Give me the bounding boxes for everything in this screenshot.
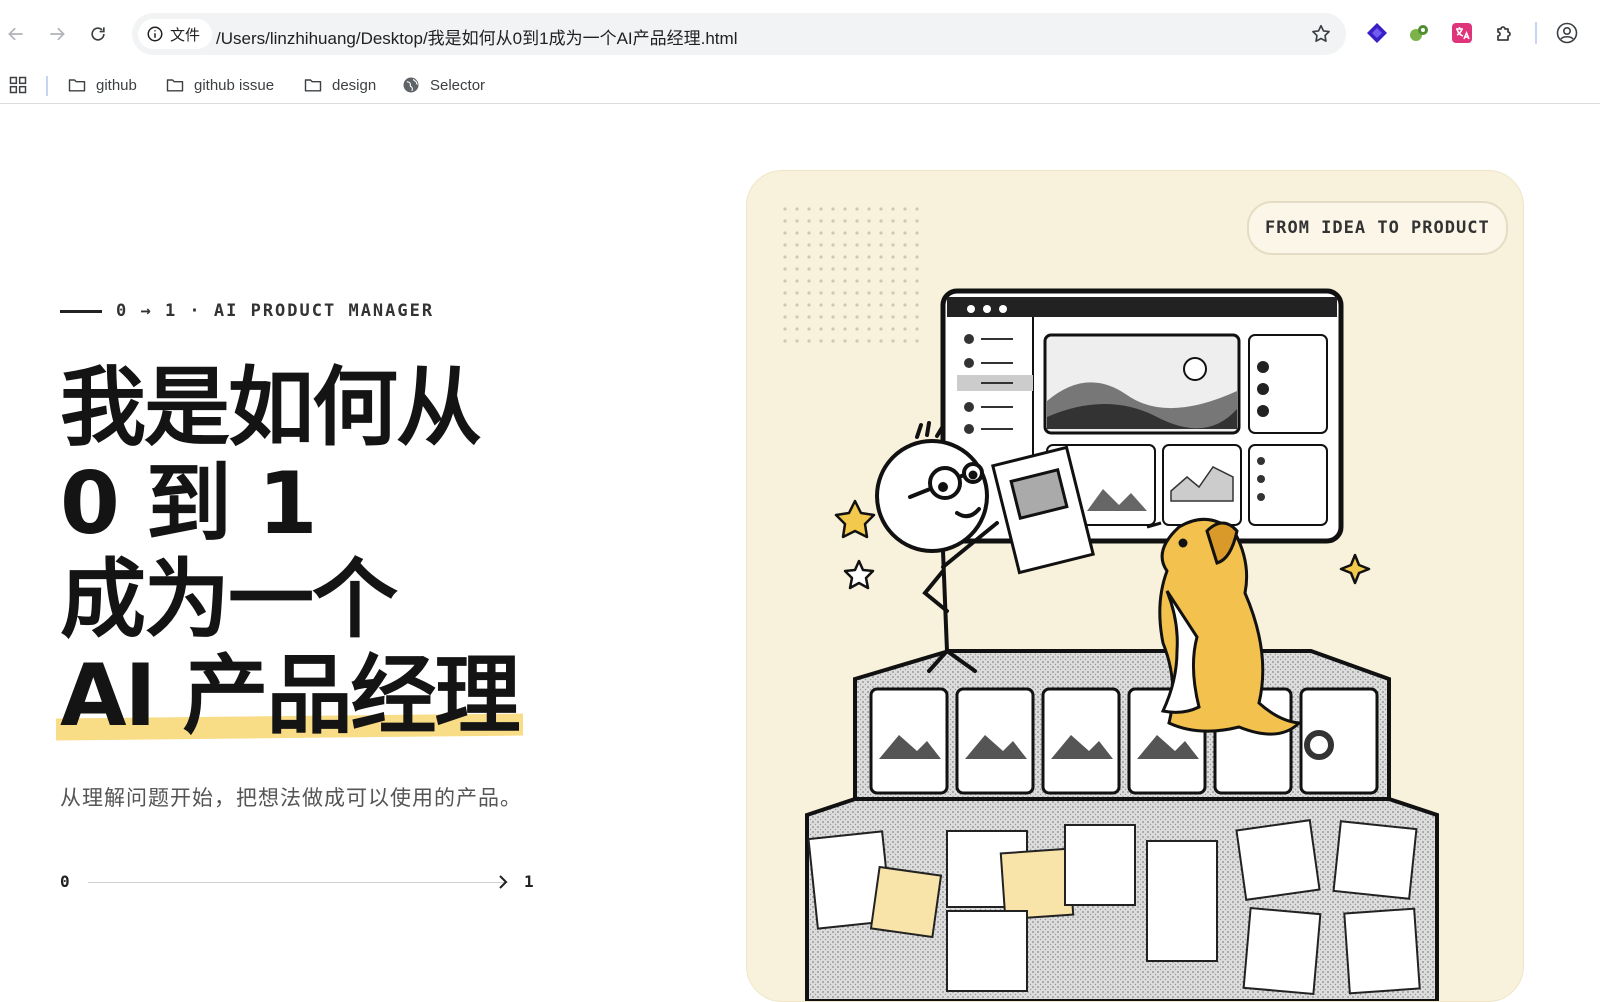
bookmarks-bar: github github issue design Selector xyxy=(0,66,1600,104)
bookmark-label: github xyxy=(96,76,137,94)
apps-grid-icon xyxy=(9,76,27,94)
dot-grid-decoration xyxy=(783,207,925,349)
puzzle-frog-extension-icon[interactable] xyxy=(1406,20,1432,46)
chevron-right-icon xyxy=(499,875,508,889)
progress-end-label: 1 xyxy=(524,872,534,891)
platform-illustration xyxy=(805,649,1439,1001)
kicker-rule xyxy=(60,309,102,313)
reload-button[interactable] xyxy=(82,18,114,50)
site-info-chip[interactable]: 文件 xyxy=(138,19,213,49)
progress-start-label: 0 xyxy=(60,872,70,891)
site-chip-label: 文件 xyxy=(170,26,201,44)
bookmark-design[interactable]: design xyxy=(303,72,376,98)
illustration-card: FROM IDEA TO PRODUCT xyxy=(746,170,1524,1002)
bookmark-label: design xyxy=(332,76,377,94)
bookmarks-divider xyxy=(46,76,48,96)
progress-indicator: 0 1 xyxy=(60,870,540,894)
hero-title: 我是如何从 0 到 1 成为一个 AI 产品经理 xyxy=(60,358,520,746)
folder-icon xyxy=(68,79,86,92)
hero-title-line-2: 0 到 1 xyxy=(60,454,318,554)
hero-title-line-4-highlighted: AI 产品经理 xyxy=(60,646,520,746)
back-button[interactable] xyxy=(0,18,32,50)
address-bar[interactable]: 文件 /Users/linzhihuang/Desktop/我是如何从0到1成为… xyxy=(132,13,1346,55)
kicker-text: 0 → 1 · AI PRODUCT MANAGER xyxy=(116,301,435,321)
arrow-right-icon xyxy=(50,27,65,41)
translate-extension-icon[interactable] xyxy=(1449,20,1475,46)
bookmark-label: Selector xyxy=(430,76,486,94)
globe-icon xyxy=(403,77,419,93)
hero-illustration xyxy=(783,207,1439,1001)
progress-track xyxy=(88,882,508,883)
reload-icon xyxy=(91,27,105,41)
folder-icon xyxy=(304,79,322,92)
hero-subtitle: 从理解问题开始，把想法做成可以使用的产品。 xyxy=(60,787,522,810)
hero-title-line-3: 成为一个 xyxy=(60,550,398,650)
toolbar-divider xyxy=(1535,22,1537,44)
bookmark-github[interactable]: github xyxy=(67,72,137,98)
apps-button[interactable] xyxy=(8,72,28,98)
folder-icon xyxy=(166,79,184,92)
diamond-extension-icon[interactable] xyxy=(1364,20,1390,46)
url-text[interactable]: /Users/linzhihuang/Desktop/我是如何从0到1成为一个A… xyxy=(216,24,737,49)
forward-button[interactable] xyxy=(41,18,73,50)
bookmark-selector[interactable]: Selector xyxy=(401,72,485,98)
profile-avatar-icon[interactable] xyxy=(1554,20,1580,46)
idea-to-product-badge: FROM IDEA TO PRODUCT xyxy=(1247,201,1508,255)
page-scrollbar[interactable] xyxy=(1590,0,1600,982)
hero-kicker: 0 → 1 · AI PRODUCT MANAGER xyxy=(60,301,434,321)
hero-title-line-1: 我是如何从 xyxy=(60,358,482,458)
browser-toolbar: 文件 /Users/linzhihuang/Desktop/我是如何从0到1成为… xyxy=(0,0,1600,66)
bookmark-label: github issue xyxy=(194,76,275,94)
info-icon xyxy=(147,26,163,42)
extensions-puzzle-icon[interactable] xyxy=(1492,20,1518,46)
arrow-left-icon xyxy=(8,27,23,41)
bookmark-star-icon[interactable] xyxy=(1310,23,1332,45)
bookmark-github-issue[interactable]: github issue xyxy=(165,72,274,98)
